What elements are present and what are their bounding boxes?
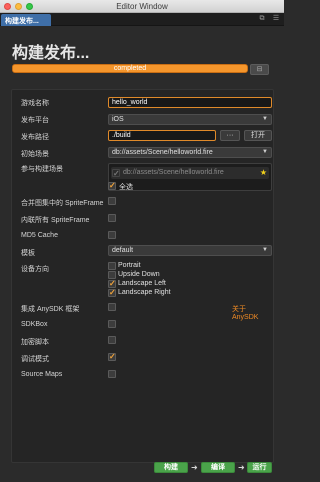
inline-sprite-label: 内联所有 SpriteFrame — [21, 217, 90, 224]
menu-icon[interactable]: ☰ — [272, 15, 280, 23]
debug-mode-checkbox[interactable] — [108, 352, 116, 361]
select-all-checkbox[interactable] — [108, 181, 116, 190]
chevron-down-icon: ▼ — [262, 149, 268, 155]
source-maps-label: Source Maps — [21, 371, 63, 378]
sdkbox-label: SDKBox — [21, 321, 48, 328]
page-title: 构建发布... — [12, 45, 90, 62]
chevron-down-icon: ▼ — [262, 116, 268, 122]
encrypt-script-label: 加密脚本 — [21, 339, 49, 346]
landscape-left-label: Landscape Left — [118, 280, 166, 287]
path-label: 发布路径 — [21, 134, 49, 141]
debug-mode-label: 调试模式 — [21, 356, 49, 363]
browse-path-button[interactable]: ··· — [220, 130, 240, 141]
template-value: default — [112, 247, 134, 254]
upside-down-checkbox[interactable] — [108, 271, 116, 279]
about-anysdk-link[interactable]: 关于 AnySDK — [232, 304, 273, 321]
source-maps-checkbox[interactable] — [108, 370, 116, 378]
template-label: 模板 — [21, 250, 35, 257]
select-all-label: 全选 — [119, 184, 133, 191]
encrypt-script-checkbox[interactable] — [108, 336, 116, 344]
build-settings-form: 游戏名称 hello_world 发布平台 iOS ▼ 发布路径 ./build… — [11, 89, 274, 473]
inline-sprite-checkbox[interactable] — [108, 214, 116, 222]
scenes-label: 参与构建场景 — [21, 166, 63, 173]
platform-value: iOS — [112, 116, 124, 123]
game-name-input[interactable]: hello_world — [108, 97, 272, 108]
arrow-right-icon: ➜ — [191, 463, 198, 472]
chevron-down-icon: ▼ — [262, 247, 268, 253]
tab-build-publish[interactable]: 构建发布... — [1, 14, 51, 26]
landscape-right-label: Landscape Right — [118, 289, 171, 296]
tab-bar: 构建发布... ⧉ ☰ — [0, 13, 284, 26]
start-scene-label: 初始场景 — [21, 151, 49, 158]
game-name-label: 游戏名称 — [21, 100, 49, 107]
scene-list-item[interactable]: db://assets/Scene/helloworld.fire ★ — [111, 167, 269, 180]
build-button[interactable]: 构建 — [154, 462, 188, 473]
window-titlebar: Editor Window — [0, 0, 284, 13]
platform-label: 发布平台 — [21, 117, 49, 124]
clear-progress-button[interactable]: ⊟ — [250, 64, 269, 75]
anysdk-label: 集成 AnySDK 框架 — [21, 306, 80, 313]
merge-atlas-checkbox[interactable] — [108, 197, 116, 205]
arrow-right-icon: ➜ — [238, 463, 245, 472]
open-path-button[interactable]: 打开 — [244, 130, 272, 141]
progress-label: completed — [113, 65, 147, 72]
scene-checkbox[interactable] — [112, 168, 120, 180]
start-scene-select[interactable]: db://assets/Scene/helloworld.fire ▼ — [108, 147, 272, 158]
popout-icon[interactable]: ⧉ — [258, 15, 266, 23]
compile-button[interactable]: 编译 — [201, 462, 235, 473]
anysdk-checkbox[interactable] — [108, 303, 116, 311]
landscape-right-checkbox[interactable] — [108, 288, 116, 297]
sdkbox-checkbox[interactable] — [108, 320, 116, 328]
merge-atlas-label: 合并图集中的 SpriteFrame — [21, 200, 104, 207]
portrait-checkbox[interactable] — [108, 262, 116, 270]
template-select[interactable]: default ▼ — [108, 245, 272, 256]
landscape-left-checkbox[interactable] — [108, 279, 116, 288]
window-title: Editor Window — [116, 2, 168, 11]
build-progress-bar: completed — [12, 64, 248, 73]
scene-item-label: db://assets/Scene/helloworld.fire — [123, 169, 224, 176]
run-button[interactable]: 运行 — [247, 462, 272, 473]
start-scene-value: db://assets/Scene/helloworld.fire — [112, 149, 213, 156]
portrait-label: Portrait — [118, 262, 141, 269]
orientation-label: 设备方向 — [21, 266, 49, 273]
build-path-input[interactable]: ./build — [108, 130, 216, 141]
star-icon: ★ — [259, 168, 267, 177]
md5-cache-label: MD5 Cache — [21, 232, 58, 239]
upside-down-label: Upside Down — [118, 271, 160, 278]
platform-select[interactable]: iOS ▼ — [108, 114, 272, 125]
md5-cache-checkbox[interactable] — [108, 231, 116, 239]
